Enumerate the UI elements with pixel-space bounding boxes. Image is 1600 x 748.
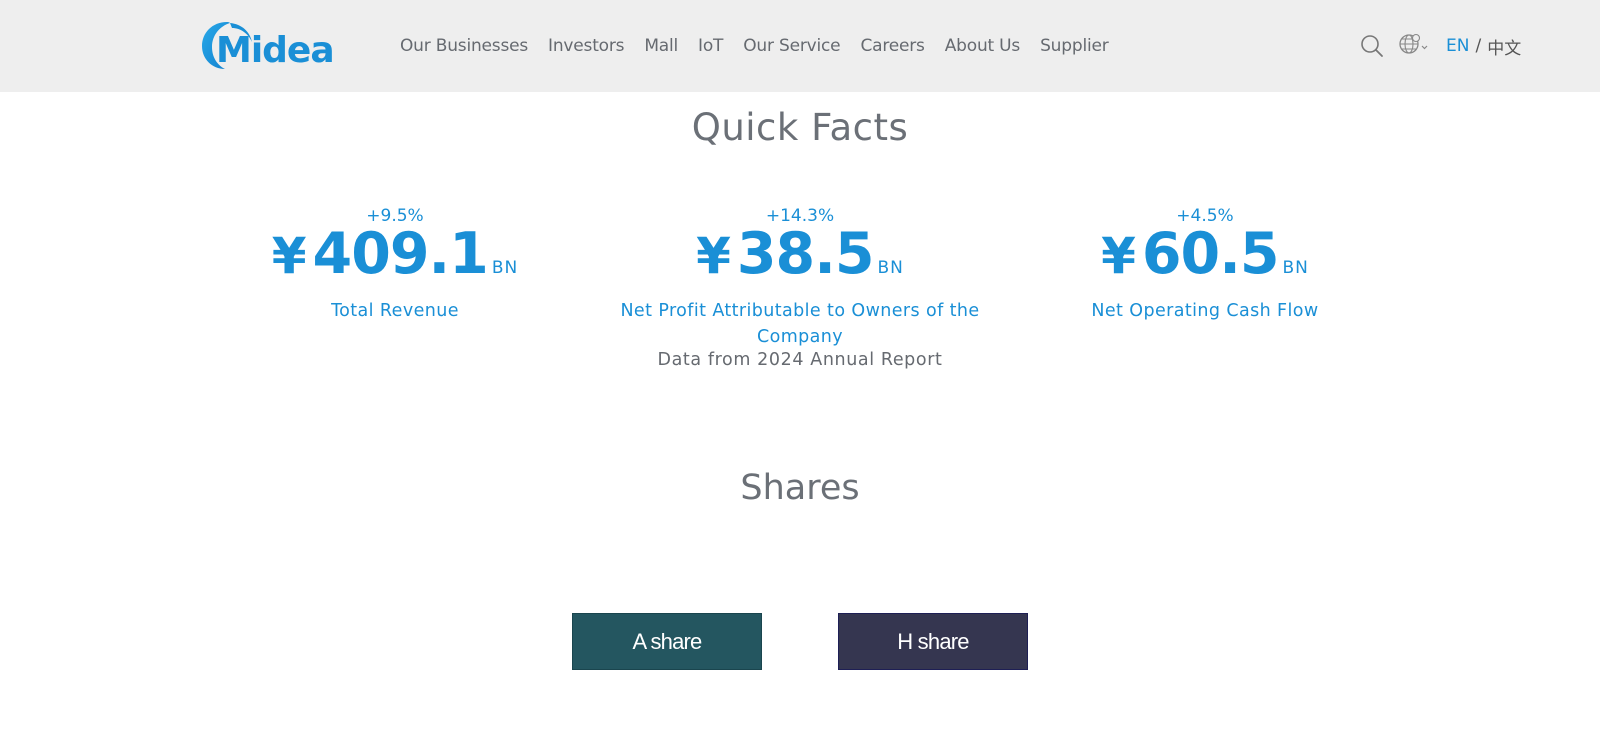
nav-investors[interactable]: Investors — [548, 36, 624, 56]
site-header: Midea Our Businesses Investors Mall IoT … — [0, 0, 1600, 92]
h-share-button[interactable]: H share — [838, 613, 1028, 670]
nav-mall[interactable]: Mall — [644, 36, 678, 56]
fact-label: Net Operating Cash Flow — [1091, 301, 1319, 321]
nav-supplier[interactable]: Supplier — [1040, 36, 1109, 56]
fact-number: 409.1 — [312, 221, 489, 287]
nav-careers[interactable]: Careers — [860, 36, 924, 56]
lang-cn[interactable]: 中文 — [1487, 34, 1521, 59]
fact-unit: BN — [1282, 258, 1309, 278]
language-switcher: EN / 中文 — [1446, 0, 1521, 92]
fact-number: 38.5 — [736, 221, 875, 287]
quick-facts-title: Quick Facts — [691, 106, 909, 149]
a-share-button[interactable]: A share — [572, 613, 762, 670]
nav-iot[interactable]: IoT — [698, 36, 723, 56]
nav-our-service[interactable]: Our Service — [743, 36, 840, 56]
fact-value: ¥ 60.5 BN — [1060, 224, 1350, 298]
fact-value: ¥ 409.1 BN — [250, 224, 540, 298]
main-nav: Our Businesses Investors Mall IoT Our Se… — [400, 0, 1109, 92]
svg-text:Midea: Midea — [216, 30, 334, 71]
fact-unit: BN — [491, 258, 519, 278]
fact-currency: ¥ — [696, 227, 731, 285]
fact-label: Total Revenue — [331, 301, 459, 321]
globe-icon[interactable] — [1398, 32, 1430, 56]
nav-about-us[interactable]: About Us — [945, 36, 1021, 56]
fact-value: ¥ 38.5 BN — [600, 224, 1000, 298]
search-icon[interactable] — [1360, 34, 1384, 58]
fact-number: 60.5 — [1141, 221, 1280, 287]
lang-en[interactable]: EN — [1446, 36, 1469, 56]
lang-separator: / — [1475, 36, 1482, 56]
fact-operating-cash-flow: +4.5% ¥ 60.5 BN Net Operating Cash Flow — [1060, 206, 1350, 324]
header-tools: EN / 中文 — [1180, 0, 1600, 92]
nav-our-businesses[interactable]: Our Businesses — [400, 36, 528, 56]
midea-logo[interactable]: Midea — [200, 18, 340, 72]
data-source-note: Data from 2024 Annual Report — [657, 350, 943, 370]
fact-net-profit: +14.3% ¥ 38.5 BN Net Profit Attributable… — [600, 206, 1000, 350]
fact-currency: ¥ — [1101, 227, 1136, 285]
shares-title: Shares — [740, 468, 860, 508]
fact-unit: BN — [877, 258, 904, 278]
fact-total-revenue: +9.5% ¥ 409.1 BN Total Revenue — [250, 206, 540, 324]
fact-label: Net Profit Attributable to Owners of the… — [620, 301, 980, 347]
fact-currency: ¥ — [271, 227, 307, 285]
